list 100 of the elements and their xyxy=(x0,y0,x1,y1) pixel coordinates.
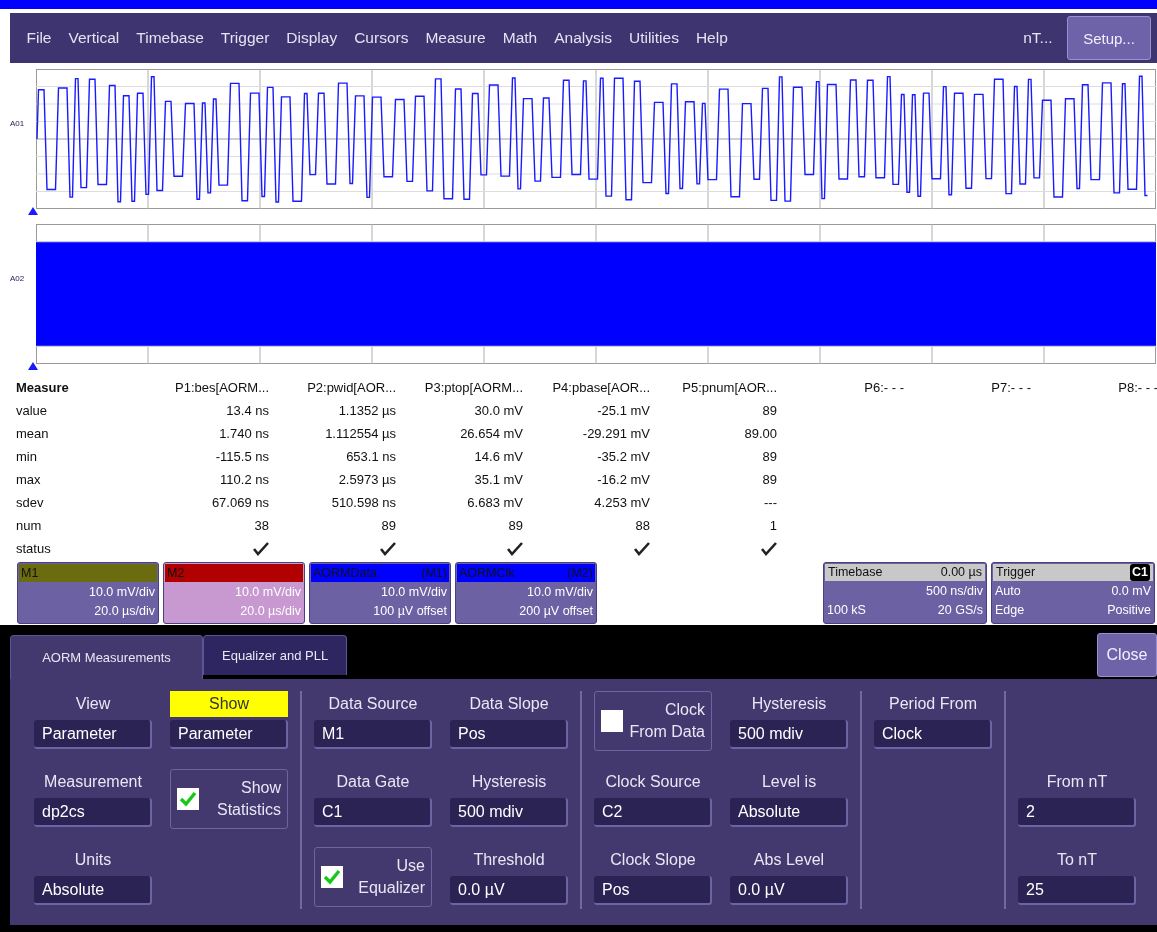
input-field[interactable]: Pos xyxy=(594,876,712,905)
input-field[interactable]: Parameter xyxy=(170,720,288,749)
checkbox[interactable] xyxy=(177,788,199,810)
menu-item[interactable]: Trigger xyxy=(212,29,278,47)
menu-item[interactable]: Analysis xyxy=(545,29,621,47)
input-field[interactable]: 2 xyxy=(1018,798,1136,827)
input-field[interactable]: M1 xyxy=(314,720,432,749)
menu-item[interactable]: Utilities xyxy=(620,29,688,47)
checkbox-button[interactable]: Clock From Data xyxy=(594,691,712,751)
checkbox[interactable] xyxy=(601,710,623,732)
input-field[interactable]: C2 xyxy=(594,798,712,827)
checkbox[interactable] xyxy=(321,866,343,888)
field-label: From nT xyxy=(1045,772,1109,792)
menu-item[interactable]: Timebase xyxy=(127,29,213,47)
table-cell: 2.5973 µs xyxy=(269,468,396,491)
input-field[interactable]: 25 xyxy=(1018,876,1136,905)
field-label: Units xyxy=(73,850,113,870)
field-label: Abs Level xyxy=(752,850,826,870)
input-field[interactable]: 500 mdiv xyxy=(450,798,568,827)
input-field[interactable]: 0.0 µV xyxy=(450,876,568,905)
channel-badge: C1 xyxy=(1130,564,1150,581)
table-cell: 89 xyxy=(650,468,777,491)
field-label: Clock Source xyxy=(604,772,702,792)
descriptor-value: 0.00 µs xyxy=(940,564,982,581)
table-cell: 89 xyxy=(396,514,523,537)
table-cell: -35.2 mV xyxy=(523,445,650,468)
menu-item[interactable]: nT... xyxy=(1014,29,1061,47)
table-cell: 1 xyxy=(650,514,777,537)
input-field[interactable]: Absolute xyxy=(730,798,848,827)
table-cell: 14.6 mV xyxy=(396,445,523,468)
menu-item[interactable]: Vertical xyxy=(60,29,128,47)
table-cell-text: 67.069 ns xyxy=(210,494,269,512)
row-label: value xyxy=(15,402,49,420)
descriptor-value: 100 µV offset xyxy=(372,603,448,620)
descriptor-value: 200 µV offset xyxy=(518,603,594,620)
input-field[interactable]: dp2cs xyxy=(34,798,152,827)
descriptor-value: Positive xyxy=(1107,602,1151,619)
channel-descriptor[interactable]: AORMClk (M2) 10.0 mV/div 200 µV offset xyxy=(455,562,597,624)
timebase-descriptor[interactable]: Timebase 0.00 µs 500 ns/div 100 kS 20 GS/s xyxy=(823,562,987,624)
field-label: Hysteresis xyxy=(750,694,828,714)
input-field[interactable]: 0.0 µV xyxy=(730,876,848,905)
channel-descriptor[interactable]: AORMData (M1) 10.0 mV/div 100 µV offset xyxy=(309,562,451,624)
menu-item[interactable]: Cursors xyxy=(345,29,417,47)
input-field[interactable]: Pos xyxy=(450,720,568,749)
trigger-descriptor[interactable]: Trigger C1 Auto 0.0 mV Edge Positive xyxy=(991,562,1155,624)
descriptor-title: M1 xyxy=(19,564,157,582)
descriptor-value: 20 GS/s xyxy=(937,602,983,619)
close-button[interactable]: Close xyxy=(1097,633,1157,677)
input-field[interactable]: Absolute xyxy=(34,876,152,905)
table-cell: 1.1352 µs xyxy=(269,399,396,422)
table-cell: 510.598 ns xyxy=(269,491,396,514)
checkbox-button[interactable]: Use Equalizer xyxy=(314,847,432,907)
descriptor-value: 20.0 µs/div xyxy=(239,603,302,620)
menu-item[interactable]: File xyxy=(18,29,60,47)
column-header: P2:pwid[AOR... xyxy=(306,379,396,397)
field-label: Data Source xyxy=(327,694,419,714)
table-cell: 4.253 mV xyxy=(523,491,650,514)
row-label: max xyxy=(15,471,42,489)
menu-item[interactable]: Help xyxy=(687,29,737,47)
field-label: Hysteresis xyxy=(470,772,548,792)
table-cell: 653.1 ns xyxy=(269,445,396,468)
descriptor-title: AORMData (M1) xyxy=(311,564,449,582)
row-label: sdev xyxy=(15,494,45,512)
input-field[interactable]: 500 mdiv xyxy=(730,720,848,749)
input-field[interactable]: C1 xyxy=(314,798,432,827)
channel-descriptor[interactable]: M1 10.0 mV/div 20.0 µs/div xyxy=(17,562,159,624)
table-cell: -29.291 mV xyxy=(523,422,650,445)
descriptor-value: 100 kS xyxy=(827,602,866,619)
table-cell-text: 38 xyxy=(253,517,269,535)
column-header: P7:- - - xyxy=(904,376,1031,399)
field-label: View xyxy=(74,694,112,714)
field-label: Clock Slope xyxy=(609,850,697,870)
row-label: mean xyxy=(15,425,50,443)
descriptor-value: 500 ns/div xyxy=(926,583,983,600)
field-label: Period From xyxy=(888,694,978,714)
tab[interactable]: Equalizer and PLL xyxy=(203,635,348,675)
menu-item[interactable]: Math xyxy=(494,29,546,47)
table-cell: -16.2 mV xyxy=(523,468,650,491)
field-label: Data Gate xyxy=(335,772,411,792)
table-cell: 89 xyxy=(269,514,396,537)
menu-item[interactable]: Measure xyxy=(416,29,495,47)
tab[interactable]: AORM Measurements xyxy=(10,635,203,679)
table-cell: 89 xyxy=(650,445,777,468)
row-label: status xyxy=(15,540,52,558)
column-header: P3:ptop[AORM... xyxy=(423,379,523,397)
descriptor-title: Timebase xyxy=(828,564,883,581)
descriptor-value: Auto xyxy=(995,583,1021,600)
field-label: Threshold xyxy=(472,850,546,870)
checkbox-button[interactable]: Show Statistics xyxy=(170,769,288,829)
menu-item[interactable]: Display xyxy=(277,29,346,47)
trace-label: A01 xyxy=(10,119,25,128)
setup-button[interactable]: Setup... xyxy=(1067,16,1151,60)
column-header: P8:- - - xyxy=(1031,376,1157,399)
input-field[interactable]: Clock xyxy=(874,720,992,749)
table-cell-text: -115.5 ns xyxy=(214,448,269,466)
table-cell: -25.1 mV xyxy=(523,399,650,422)
field-label: To nT xyxy=(1056,850,1098,870)
descriptor-value: 10.0 mV/div xyxy=(526,584,594,601)
field-label: Show xyxy=(170,691,288,717)
input-field[interactable]: Parameter xyxy=(34,720,152,749)
